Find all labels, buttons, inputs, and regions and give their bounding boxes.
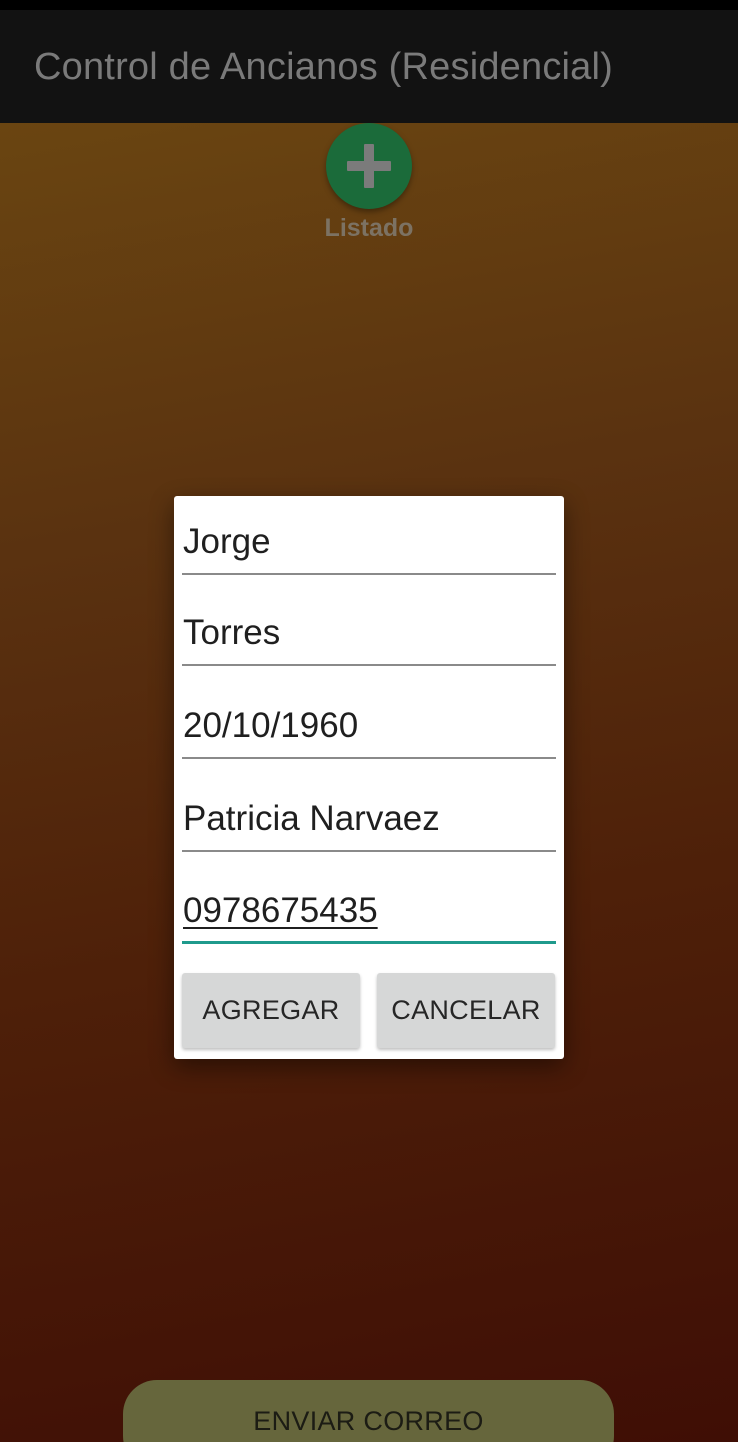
status-bar (0, 0, 738, 10)
add-resident-dialog: AGREGAR CANCELAR (174, 496, 564, 1059)
add-button[interactable]: AGREGAR (182, 973, 360, 1048)
add-listado-button[interactable] (326, 123, 412, 209)
plus-icon (347, 144, 391, 188)
app-title: Control de Ancianos (Residencial) (34, 46, 614, 88)
fab-label: Listado (324, 214, 414, 242)
birth-date-field[interactable] (182, 695, 556, 759)
send-email-label: ENVIAR CORREO (253, 1406, 484, 1436)
first-name-field[interactable] (182, 511, 556, 575)
cancel-button[interactable]: CANCELAR (377, 973, 555, 1048)
send-email-button[interactable]: ENVIAR CORREO (123, 1380, 614, 1442)
phone-field[interactable] (182, 880, 556, 944)
app-bar: Control de Ancianos (Residencial) (0, 10, 738, 123)
contact-name-field[interactable] (182, 788, 556, 852)
last-name-field[interactable] (182, 602, 556, 666)
